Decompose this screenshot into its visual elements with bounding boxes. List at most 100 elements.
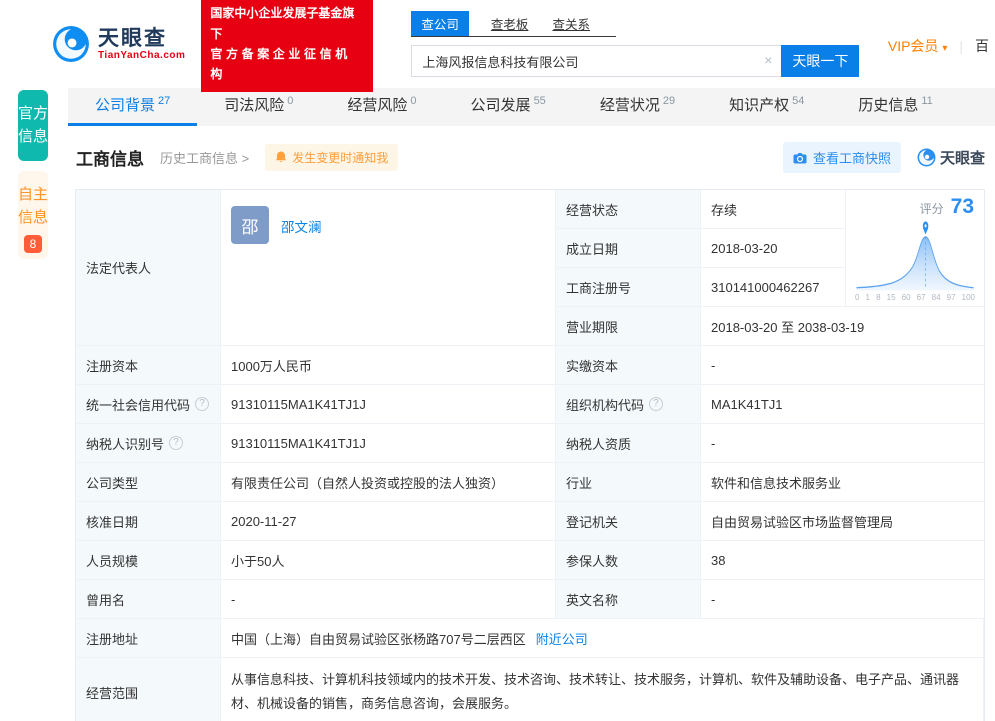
legal-rep-name-link[interactable]: 邵文澜 [281,216,322,236]
table-row-legal-rep: 法定代表人 邵 邵文澜 经营状态 存续 评分 73 [76,190,984,346]
search-tab-boss[interactable]: 查老板 [489,11,531,36]
tab-operation-status[interactable]: 经营状况29 [573,88,702,126]
table-row: 公司类型 有限责任公司（自然人投资或控股的法人独资） 行业 软件和信息技术服务业 [76,463,984,502]
logo-text: 天眼查 TianYanCha.com [98,27,185,61]
field-value: 38 [701,541,984,580]
legal-rep-cell: 邵 邵文澜 [221,190,556,346]
search-button[interactable]: 天眼一下 [781,45,859,77]
field-label-address: 注册地址 [76,619,221,658]
field-value-founded-date: 2018-03-20 [701,229,846,268]
field-label-business-term: 营业期限 [556,307,701,346]
field-value: 小于50人 [221,541,556,580]
field-label-founded-date: 成立日期 [556,229,701,268]
bell-icon [275,151,287,164]
field-label: 参保人数 [556,541,701,580]
field-label: 组织机构代码 ? [556,385,701,424]
score-distribution-chart [854,220,976,293]
field-value-business-scope: 从事信息科技、计算机科技领域内的技术开发、技术咨询、技术转让、技术服务，计算机、… [221,658,984,721]
field-value: 自由贸易试验区市场监督管理局 [701,502,984,541]
company-nav-tabs: 公司背景27 司法风险0 经营风险0 公司发展55 经营状况29 知识产权54 … [68,88,995,126]
tab-intellectual-property[interactable]: 知识产权54 [702,88,831,126]
score-value: 73 [951,195,974,219]
top-right-menu: VIP会员 ▾ | 百 [888,36,989,56]
field-label: 实缴资本 [556,346,701,385]
section-header: 工商信息 历史工商信息 > 发生变更时通知我 查看工商快照 天眼查 [68,126,995,186]
search-input[interactable] [411,45,781,77]
score-axis-labels: 0181560678497100 [854,293,976,303]
tab-company-development[interactable]: 公司发展55 [444,88,573,126]
chevron-down-icon: ▾ [942,43,947,54]
field-label: 英文名称 [556,580,701,619]
tab-judicial-risk[interactable]: 司法风险0 [197,88,320,126]
table-row-business-scope: 经营范围 从事信息科技、计算机科技领域内的技术开发、技术咨询、技术转让、技术服务… [76,658,984,721]
table-row: 核准日期 2020-11-27 登记机关 自由贸易试验区市场监督管理局 [76,502,984,541]
table-row: 注册资本 1000万人民币 实缴资本 - [76,346,984,385]
view-snapshot-label: 查看工商快照 [813,148,891,167]
clear-search-icon[interactable]: × [764,52,772,68]
change-notify-label: 发生变更时通知我 [292,149,388,166]
field-value-status: 存续 [701,190,846,229]
field-label: 统一社会信用代码 ? [76,385,221,424]
tab-company-background[interactable]: 公司背景27 [68,88,197,126]
company-score-panel[interactable]: 评分 73 [846,190,984,307]
field-value: MA1K41TJ1 [701,385,984,424]
field-value: - [701,346,984,385]
site-logo[interactable]: 天眼查 TianYanCha.com [52,25,185,63]
field-label: 人员规模 [76,541,221,580]
search-row: × 天眼一下 [411,45,859,77]
nearby-companies-link[interactable]: 附近公司 [536,629,588,648]
side-tab-official-info[interactable]: 官方信息 [18,90,48,161]
field-value: 有限责任公司（自然人投资或控股的法人独资） [221,463,556,502]
vip-member-link[interactable]: VIP会员 ▾ [888,36,948,56]
legal-rep-avatar[interactable]: 邵 [231,206,269,244]
watermark-text: 天眼查 [940,147,985,168]
field-label: 公司类型 [76,463,221,502]
table-row: 纳税人识别号 ? 91310115MA1K41TJ1J 纳税人资质 - [76,424,984,463]
field-label: 曾用名 [76,580,221,619]
help-icon[interactable]: ? [195,397,209,411]
watermark-logo: 天眼查 [917,147,985,168]
field-label: 纳税人识别号 ? [76,424,221,463]
field-label: 纳税人资质 [556,424,701,463]
side-tab-self-info-label: 自主信息 [18,183,48,230]
field-value: 2020-11-27 [221,502,556,541]
help-icon[interactable]: ? [649,397,663,411]
field-value: 91310115MA1K41TJ1J [221,424,556,463]
count-badge: 8 [24,235,42,253]
status-subtable: 经营状态 存续 评分 73 [556,190,984,346]
left-vertical-tabs: 官方信息 自主信息 8 [0,88,68,721]
field-value: - [701,580,984,619]
view-snapshot-button[interactable]: 查看工商快照 [783,142,901,173]
field-value: 软件和信息技术服务业 [701,463,984,502]
table-row: 曾用名 - 英文名称 - [76,580,984,619]
logo-cn: 天眼查 [98,27,185,50]
search-tab-company[interactable]: 查公司 [411,11,469,36]
gov-badge-line1: 国家中小企业发展子基金旗下 [210,3,364,44]
field-value-registration-no: 310141000462267 [701,268,846,307]
field-value-address: 中国（上海）自由贸易试验区张杨路707号二层西区 附近公司 [221,619,984,658]
tab-history-info[interactable]: 历史信息11 [831,88,959,126]
tianyancha-logo-icon [52,25,90,63]
side-tab-self-info[interactable]: 自主信息 8 [18,171,48,260]
table-row: 统一社会信用代码 ? 91310115MA1K41TJ1J 组织机构代码 ? M… [76,385,984,424]
change-notify-button[interactable]: 发生变更时通知我 [265,144,398,171]
field-label-business-scope: 经营范围 [76,658,221,721]
field-value: - [221,580,556,619]
search-tabs: 查公司 查老板 查关系 [411,11,616,37]
field-value-business-term: 2018-03-20 至 2038-03-19 [701,307,984,346]
field-label-status: 经营状态 [556,190,701,229]
field-label: 登记机关 [556,502,701,541]
gov-certification-badge: 国家中小企业发展子基金旗下 官方备案企业征信机构 [201,0,373,92]
logo-en: TianYanCha.com [98,50,185,61]
field-label-registration-no: 工商注册号 [556,268,701,307]
divider: | [959,38,963,54]
history-business-info-link[interactable]: 历史工商信息 > [160,148,249,167]
field-value: - [701,424,984,463]
top-bar: 天眼查 TianYanCha.com 国家中小企业发展子基金旗下 官方备案企业征… [0,0,995,88]
tianyancha-watermark-icon [917,148,936,167]
toolbox-link[interactable]: 百 [975,36,989,56]
help-icon[interactable]: ? [169,436,183,450]
field-label-legal-rep: 法定代表人 [76,190,221,346]
search-tab-relation[interactable]: 查关系 [550,11,592,36]
tab-operation-risk[interactable]: 经营风险0 [320,88,443,126]
